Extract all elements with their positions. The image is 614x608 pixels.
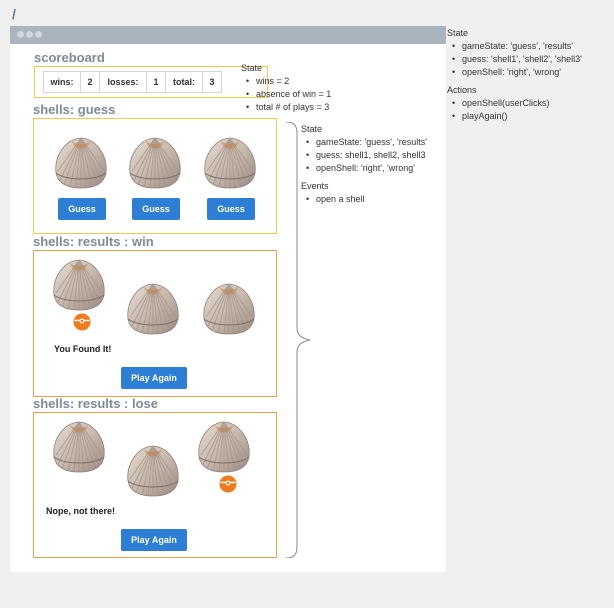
ball-token-icon bbox=[73, 313, 91, 331]
seashell-icon[interactable] bbox=[50, 133, 112, 191]
notes-item: openShell(userClicks) bbox=[447, 97, 582, 110]
state-heading: State bbox=[447, 28, 469, 38]
route-path: / bbox=[12, 6, 16, 22]
window-dot-icon bbox=[35, 31, 42, 38]
seashell-icon bbox=[48, 417, 110, 475]
guess-button-2[interactable]: Guess bbox=[132, 198, 180, 220]
guess-button-1[interactable]: Guess bbox=[58, 198, 106, 220]
window-dot-icon bbox=[17, 31, 24, 38]
win-section-title: shells: results : win bbox=[33, 234, 154, 249]
play-again-button[interactable]: Play Again bbox=[121, 367, 187, 389]
total-value: 3 bbox=[202, 71, 222, 93]
seashell-icon bbox=[48, 255, 110, 313]
win-message: You Found It! bbox=[54, 344, 112, 354]
actions-heading: Actions bbox=[447, 85, 477, 95]
notes-item: gameState: 'guess', 'results' bbox=[301, 136, 427, 149]
seashell-icon[interactable] bbox=[124, 133, 186, 191]
seashell-icon[interactable] bbox=[199, 133, 261, 191]
total-label: total: bbox=[165, 71, 203, 93]
shells-notes: State gameState: 'guess', 'results' gues… bbox=[301, 123, 427, 206]
seashell-icon bbox=[122, 441, 184, 499]
play-again-button[interactable]: Play Again bbox=[121, 529, 187, 551]
notes-item: openShell: 'right', 'wrong' bbox=[447, 66, 582, 79]
win-results-panel: You Found It! Play Again bbox=[33, 250, 277, 397]
scoreboard-state-notes: State wins = 2 absence of win = 1 total … bbox=[241, 62, 331, 114]
wins-label: wins: bbox=[43, 71, 81, 93]
guess-section-title: shells: guess bbox=[33, 102, 116, 117]
notes-item: absence of win = 1 bbox=[241, 88, 331, 101]
window-titlebar bbox=[10, 26, 446, 44]
guess-panel: Guess Guess Guess bbox=[33, 118, 277, 234]
state-heading: State bbox=[301, 124, 323, 134]
events-heading: Events bbox=[301, 181, 329, 191]
app-notes: State gameState: 'guess', 'results' gues… bbox=[447, 27, 582, 123]
seashell-icon bbox=[122, 279, 184, 337]
notes-heading: State bbox=[241, 63, 263, 73]
notes-item: open a shell bbox=[301, 193, 427, 206]
ball-token-icon bbox=[219, 475, 237, 493]
notes-item: openShell: 'right', 'wrong' bbox=[301, 162, 427, 175]
notes-item: guess: shell1, shell2, shell3 bbox=[301, 149, 427, 162]
notes-item: total # of plays = 3 bbox=[241, 101, 331, 114]
notes-item: playAgain() bbox=[447, 110, 582, 123]
scoreboard-title: scoreboard bbox=[34, 50, 105, 65]
seashell-icon bbox=[198, 279, 260, 337]
lose-section-title: shells: results : lose bbox=[33, 396, 158, 411]
seashell-icon bbox=[193, 417, 255, 475]
losses-label: losses: bbox=[99, 71, 147, 93]
window-dot-icon bbox=[26, 31, 33, 38]
scoreboard-panel: wins: 2 losses: 1 total: 3 bbox=[34, 66, 268, 98]
app-window: scoreboard wins: 2 losses: 1 total: 3 sh… bbox=[10, 26, 446, 572]
wins-value: 2 bbox=[80, 71, 100, 93]
notes-item: wins = 2 bbox=[241, 75, 331, 88]
guess-button-3[interactable]: Guess bbox=[207, 198, 255, 220]
lose-message: Nope, not there! bbox=[46, 506, 115, 516]
notes-item: guess: 'shell1', 'shell2', 'shell3' bbox=[447, 53, 582, 66]
losses-value: 1 bbox=[146, 71, 166, 93]
lose-results-panel: Nope, not there! Play Again bbox=[33, 412, 277, 558]
notes-item: gameState: 'guess', 'results' bbox=[447, 40, 582, 53]
